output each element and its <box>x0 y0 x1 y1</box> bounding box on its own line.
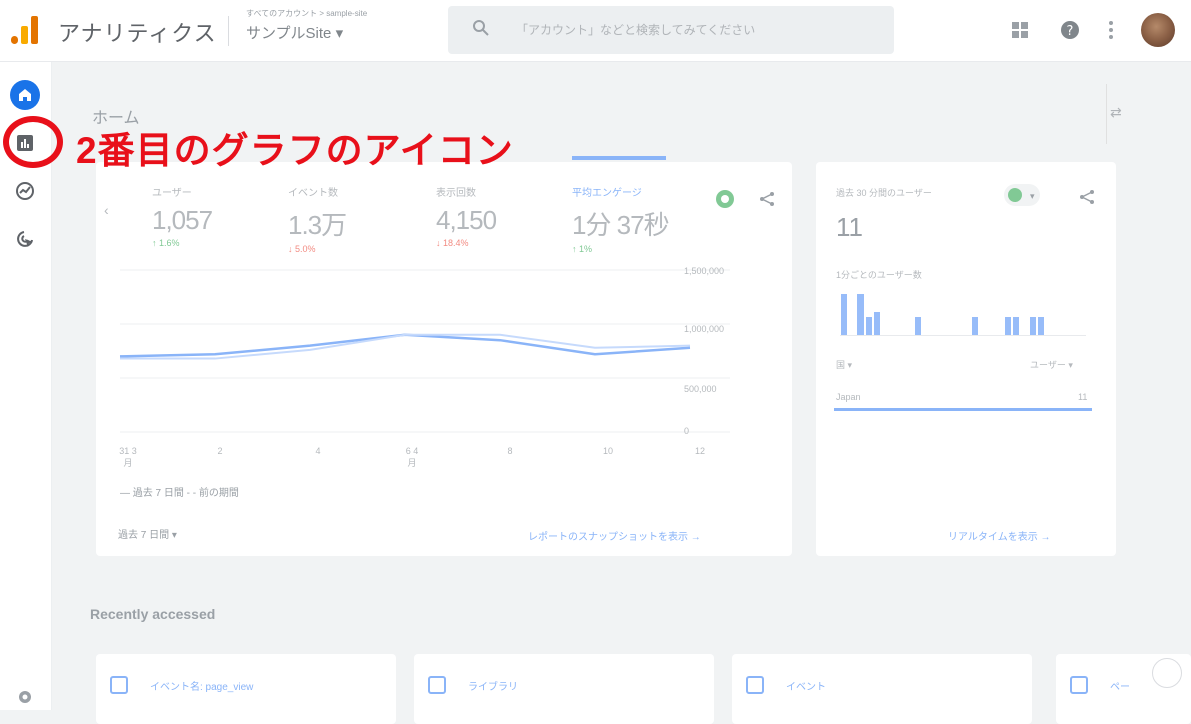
home-icon <box>19 89 31 101</box>
y-tick-label: 1,500,000 <box>684 266 725 276</box>
y-tick-label: 1,000,000 <box>684 324 725 334</box>
account-selector[interactable]: すべてのアカウント > sample-site サンプルSite ▾ <box>246 8 436 52</box>
help-icon[interactable]: ? <box>1060 20 1080 40</box>
per-minute-bar-chart <box>840 288 1086 336</box>
x-tick-label: 10 <box>602 446 613 456</box>
x-tick-label: 31 3月 <box>119 446 137 468</box>
minute-bar <box>865 316 872 335</box>
property-name: サンプルSite ▾ <box>246 25 344 42</box>
svg-text:?: ? <box>1067 24 1074 39</box>
divider <box>1106 84 1107 144</box>
app-title: アナリティクス <box>58 21 217 46</box>
account-breadcrumb: すべてのアカウント > sample-site <box>246 9 368 18</box>
y-tick-label: 0 <box>684 426 690 436</box>
divider <box>228 16 229 46</box>
minute-bar <box>873 312 880 335</box>
report-icon <box>1070 676 1088 694</box>
chart-legend: — 過去 7 日間 - - 前の期間 <box>120 488 239 499</box>
x-tick-label: 4 <box>315 446 321 456</box>
library-icon <box>428 676 446 694</box>
feedback-button[interactable] <box>1152 658 1182 688</box>
nav-explore[interactable] <box>10 176 40 206</box>
minute-bar <box>1005 316 1012 335</box>
realtime-users-value: 11 <box>836 212 863 242</box>
x-tick-label: 8 <box>507 446 513 456</box>
more-vert-icon[interactable] <box>1106 20 1116 40</box>
analytics-logo-icon[interactable] <box>10 14 40 46</box>
date-range-selector[interactable]: 過去 7 日間 ▾ <box>118 526 177 541</box>
report-icon <box>110 676 128 694</box>
recent-item[interactable]: ライブラリ <box>414 654 714 724</box>
search-input[interactable]: 「アカウント」などと検索してみてください <box>516 21 755 38</box>
minute-bar <box>1037 316 1044 335</box>
insights-icon[interactable]: ▾ <box>1004 184 1040 206</box>
minute-bar <box>857 293 864 335</box>
nav-admin[interactable] <box>10 682 40 712</box>
minute-bar <box>1029 316 1036 335</box>
nav-home[interactable] <box>10 80 40 110</box>
overview-card: ‹ ユーザー 1,057 ↑ 1.6% イベント数 1.3万 ↓ 5.0% 表示… <box>96 156 792 556</box>
recent-item[interactable]: イベント名: page_view <box>96 654 396 724</box>
apps-grid-icon[interactable] <box>1010 20 1030 40</box>
recent-item[interactable]: イベント <box>732 654 1032 724</box>
annotation-text: 2番目のグラフのアイコン <box>76 130 514 171</box>
nav-advertising[interactable] <box>10 224 40 254</box>
customize-button[interactable]: ⇄ <box>1110 104 1122 121</box>
recently-accessed-title: Recently accessed <box>90 606 216 622</box>
active-tab-indicator <box>572 156 666 160</box>
settings-icon <box>19 691 31 703</box>
explore-trend-icon <box>16 182 34 200</box>
country-bar <box>834 408 1092 411</box>
view-snapshot-link[interactable]: レポートのスナップショットを表示 → <box>528 528 701 543</box>
y-tick-label: 500,000 <box>684 384 717 394</box>
per-minute-label: 1分ごとのユーザー数 <box>836 270 922 280</box>
minute-bar <box>1013 316 1020 335</box>
view-realtime-link[interactable]: リアルタイムを表示 → <box>948 528 1050 543</box>
search-icon <box>473 20 489 36</box>
minute-bar <box>972 316 979 335</box>
x-tick-label: 12 <box>694 446 705 456</box>
svg-text:▾: ▾ <box>1030 192 1035 202</box>
dimension-selector[interactable]: 国 ▾ <box>836 358 852 371</box>
realtime-label: 過去 30 分間のユーザー <box>836 188 932 198</box>
x-tick-label: 6 4月 <box>405 446 419 468</box>
series-line-1 <box>119 333 691 358</box>
top-bar: アナリティクス すべてのアカウント > sample-site サンプルSite… <box>0 0 1191 62</box>
minute-bar <box>914 316 921 335</box>
country-value: 11 <box>1078 392 1088 402</box>
x-tick-label: 2 <box>217 446 223 456</box>
highlight-circle <box>3 116 63 168</box>
target-cursor-icon <box>17 231 33 247</box>
avatar[interactable] <box>1141 13 1175 47</box>
search-bar[interactable]: 「アカウント」などと検索してみてください <box>448 6 894 54</box>
metric-selector[interactable]: ユーザー ▾ <box>1030 358 1073 371</box>
country-name: Japan <box>836 392 861 402</box>
share-icon[interactable] <box>1078 188 1096 206</box>
realtime-card: 過去 30 分間のユーザー ▾ 11 1分ごとのユーザー数 国 ▾ ユーザー ▾… <box>816 162 1116 556</box>
report-icon <box>746 676 764 694</box>
minute-bar <box>841 293 848 335</box>
